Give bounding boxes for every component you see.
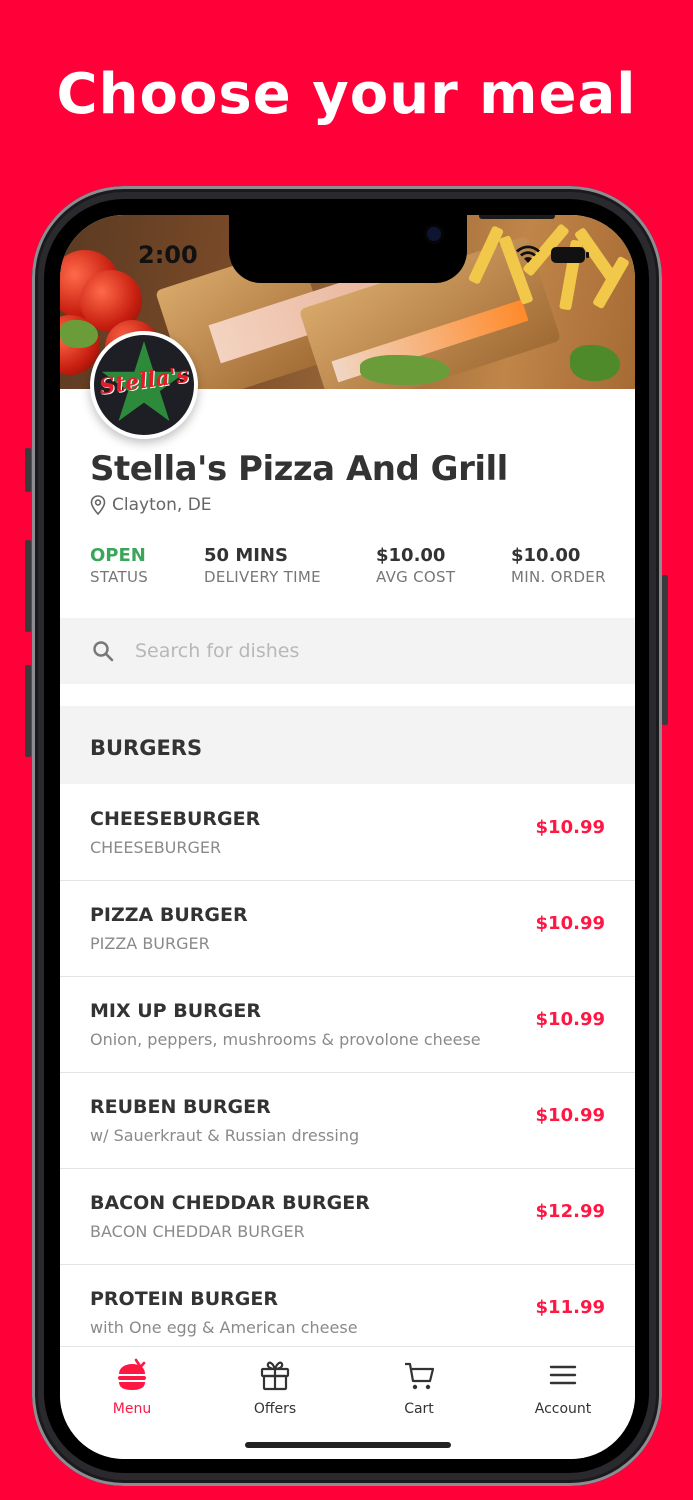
item-price: $10.99 xyxy=(535,817,605,838)
phone-power-button xyxy=(662,575,668,725)
location-text: Clayton, DE xyxy=(112,495,212,515)
location-pin-icon xyxy=(90,495,106,515)
stat-label: AVG COST xyxy=(376,568,456,586)
item-name: PROTEIN BURGER xyxy=(90,1288,278,1310)
search-icon xyxy=(93,641,114,662)
stat-value: OPEN xyxy=(90,545,146,566)
stat-min-order: $10.00 MIN. ORDER xyxy=(511,545,606,586)
tab-label: Menu xyxy=(112,1401,152,1417)
search-bar[interactable] xyxy=(60,618,635,684)
item-price: $11.99 xyxy=(535,1297,605,1318)
item-description: CHEESEBURGER xyxy=(90,838,222,857)
item-description: with One egg & American cheese xyxy=(90,1318,358,1337)
menu-item[interactable]: REUBEN BURGER w/ Sauerkraut & Russian dr… xyxy=(60,1073,635,1169)
category-header: BURGERS xyxy=(60,706,635,784)
stat-value: 50 MINS xyxy=(204,545,288,566)
item-description: BACON CHEDDAR BURGER xyxy=(90,1222,305,1241)
phone-volume-up xyxy=(25,540,31,632)
tab-account[interactable]: Account xyxy=(508,1357,618,1417)
item-name: PIZZA BURGER xyxy=(90,904,248,926)
stat-value: $10.00 xyxy=(511,545,581,566)
tab-cart[interactable]: Cart xyxy=(364,1357,474,1417)
food-icon xyxy=(118,1358,146,1390)
menu-lines-icon xyxy=(549,1365,577,1385)
item-name: MIX UP BURGER xyxy=(90,1000,261,1022)
stat-label: DELIVERY TIME xyxy=(204,568,321,586)
item-price: $10.99 xyxy=(535,1105,605,1126)
tab-label: Account xyxy=(534,1401,592,1417)
stat-label: STATUS xyxy=(90,568,149,586)
status-time: 2:00 xyxy=(138,241,198,269)
status-icons xyxy=(515,245,589,264)
stat-avg-cost: $10.00 AVG COST xyxy=(376,545,455,586)
stat-label: MIN. ORDER xyxy=(511,568,606,586)
tab-label: Offers xyxy=(253,1401,297,1417)
item-price: $10.99 xyxy=(535,913,605,934)
restaurant-stats: OPEN STATUS 50 MINS DELIVERY TIME $10.00… xyxy=(90,545,615,595)
cart-icon xyxy=(405,1362,435,1390)
menu-item[interactable]: BACON CHEDDAR BURGER BACON CHEDDAR BURGE… xyxy=(60,1169,635,1265)
item-price: $10.99 xyxy=(535,1009,605,1030)
menu-list: CHEESEBURGER CHEESEBURGER $10.99 PIZZA B… xyxy=(60,785,635,1361)
stat-value: $10.00 xyxy=(376,545,446,566)
headline: Choose your meal xyxy=(56,62,637,127)
menu-item[interactable]: PIZZA BURGER PIZZA BURGER $10.99 xyxy=(60,881,635,977)
tab-offers[interactable]: Offers xyxy=(220,1357,330,1417)
restaurant-location: Clayton, DE xyxy=(90,495,212,515)
camera-notch xyxy=(229,215,555,283)
stat-delivery-time: 50 MINS DELIVERY TIME xyxy=(204,545,321,586)
item-name: CHEESEBURGER xyxy=(90,808,261,830)
phone-silent-switch xyxy=(25,448,31,492)
restaurant-logo: Stella's xyxy=(90,331,198,439)
item-name: REUBEN BURGER xyxy=(90,1096,271,1118)
tab-label: Cart xyxy=(404,1401,434,1417)
restaurant-name: Stella's Pizza And Grill xyxy=(90,449,508,489)
gift-icon xyxy=(260,1361,290,1391)
battery-icon xyxy=(551,246,589,263)
category-title: BURGERS xyxy=(90,736,203,760)
app-screen: 2:00 Stella's Stella's Pizza And Grill C… xyxy=(60,215,635,1459)
item-description: PIZZA BURGER xyxy=(90,934,210,953)
search-input[interactable] xyxy=(133,639,557,663)
item-description: w/ Sauerkraut & Russian dressing xyxy=(90,1126,360,1145)
menu-item[interactable]: MIX UP BURGER Onion, peppers, mushrooms … xyxy=(60,977,635,1073)
item-description: Onion, peppers, mushrooms & provolone ch… xyxy=(90,1030,481,1049)
menu-item[interactable]: CHEESEBURGER CHEESEBURGER $10.99 xyxy=(60,785,635,881)
item-price: $12.99 xyxy=(535,1201,605,1222)
phone-volume-down xyxy=(25,665,31,757)
item-name: BACON CHEDDAR BURGER xyxy=(90,1192,370,1214)
tab-menu[interactable]: Menu xyxy=(77,1357,187,1417)
stat-status: OPEN STATUS xyxy=(90,545,148,586)
home-indicator[interactable] xyxy=(245,1442,451,1448)
wifi-icon xyxy=(516,245,540,263)
